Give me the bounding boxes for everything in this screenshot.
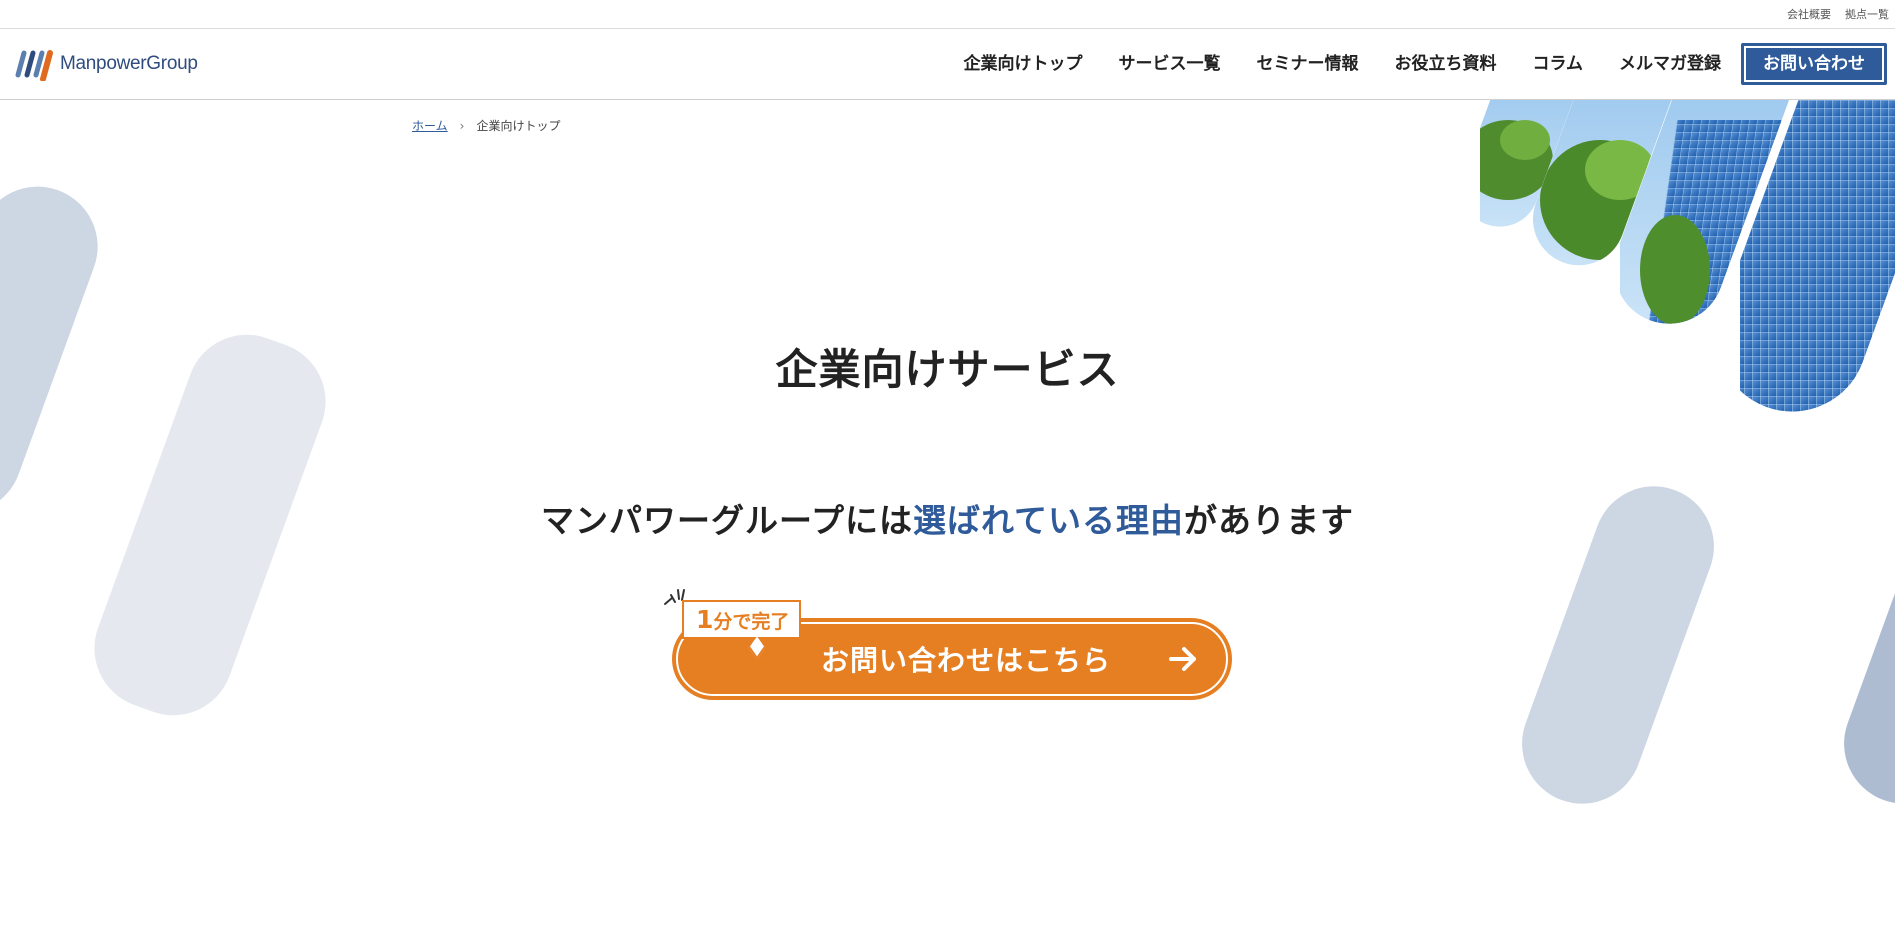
utility-link-company[interactable]: 会社概要 [1787,6,1831,22]
tagline-post: があります [1184,501,1355,540]
nav-item-resources[interactable]: お役立ち資料 [1377,43,1515,85]
brand-name: ManpowerGroup [60,53,198,74]
breadcrumb-home-link[interactable]: ホーム [412,117,448,134]
chevron-right-icon: › [459,118,465,133]
brand-logo[interactable]: ManpowerGroup [14,47,198,81]
badge-number: 1 [696,605,714,634]
utility-bar: 会社概要 拠点一覧 [0,0,1895,29]
nav-item-seminars[interactable]: セミナー情報 [1239,43,1377,85]
nav-item-newsletter[interactable]: メルマガ登録 [1601,43,1739,85]
contact-cta-label: お問い合わせはこちら [820,644,1111,677]
manpower-logo-icon [15,50,53,81]
breadcrumb: ホーム › 企業向けトップ [412,117,560,134]
page-title-text: 企業向けサービス [775,345,1120,394]
breadcrumb-current: 企業向けトップ [476,119,561,133]
contact-button[interactable]: お問い合わせ [1741,43,1887,85]
tagline-highlight: 選ばれている理由 [913,501,1185,540]
tagline-pre: マンパワーグループには [540,501,913,540]
nav-item-business-top[interactable]: 企業向けトップ [946,43,1101,85]
hero-title-wrap: 企業向けサービス [0,336,1895,397]
main-nav: 企業向けトップ サービス一覧 セミナー情報 お役立ち資料 コラム メルマガ登録 … [946,43,1887,85]
utility-links: 会社概要 拠点一覧 [1787,6,1889,22]
utility-link-locations[interactable]: 拠点一覧 [1845,6,1889,22]
nav-item-column[interactable]: コラム [1515,43,1602,85]
arrow-right-icon [1169,647,1196,671]
nav-item-services[interactable]: サービス一覧 [1101,43,1239,85]
page-title: 企業向けサービス [761,336,1134,397]
hero-tagline: マンパワーグループには選ばれている理由があります [0,494,1895,542]
one-minute-badge: 1分で完了 [682,600,802,639]
badge-text: 分で完了 [713,611,790,633]
site-header: ManpowerGroup 企業向けトップ サービス一覧 セミナー情報 お役立ち… [0,29,1895,100]
